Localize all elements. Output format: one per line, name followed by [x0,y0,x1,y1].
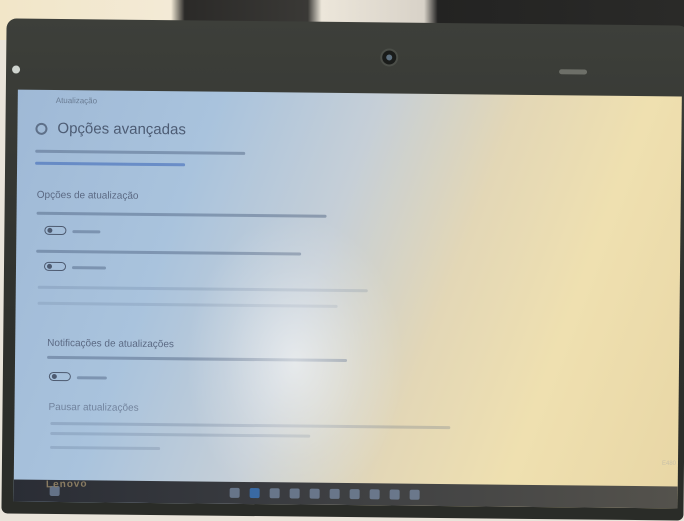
help-link[interactable] [35,161,186,167]
taskbar [13,479,678,509]
title-row: Opções avançadas [35,119,186,139]
option-description [37,301,338,308]
brand-logo: Lenovo [45,478,88,491]
lid-latch [559,69,588,75]
description-text [35,149,246,155]
taskbar-app-icon[interactable] [269,488,280,499]
laptop-bezel: Atualização Opções avançadas Opções de a… [1,18,684,521]
taskbar-app-icon[interactable] [369,489,380,500]
taskbar-app-icon[interactable] [409,489,420,500]
toggle-state-label [76,376,107,380]
option-description [36,211,327,218]
taskbar-app-icon[interactable] [309,488,320,499]
option-description [50,421,451,430]
option-description [50,431,311,438]
toggle-state-label [71,266,107,270]
model-label: E480 [662,461,677,467]
section-heading-pause: Pausar atualizações [48,401,139,414]
toggle-state-label [72,230,101,234]
taskbar-app-icon[interactable] [349,489,360,500]
taskbar-app-icon[interactable] [229,487,240,498]
option-description [37,285,368,293]
taskbar-app-icon[interactable] [389,489,400,500]
status-led [12,65,21,74]
option-description [47,355,348,363]
page-title: Opções avançadas [57,119,186,139]
webcam-icon [380,48,399,67]
toggle-switch[interactable] [48,371,71,382]
taskbar-app-icon[interactable] [329,488,340,499]
date-dropdown[interactable] [50,445,161,451]
toggle-switch[interactable] [43,261,67,272]
edge-icon[interactable] [249,488,260,499]
option-description [36,249,302,256]
section-heading-update-options: Opções de atualização [36,189,139,202]
section-heading-notifications: Notificações de atualizações [47,337,175,351]
toggle-switch[interactable] [44,225,67,236]
laptop-screen: Atualização Opções avançadas Opções de a… [13,89,682,509]
taskbar-app-icon[interactable] [289,488,300,499]
breadcrumb[interactable]: Atualização [56,96,97,105]
gear-icon [35,122,48,135]
